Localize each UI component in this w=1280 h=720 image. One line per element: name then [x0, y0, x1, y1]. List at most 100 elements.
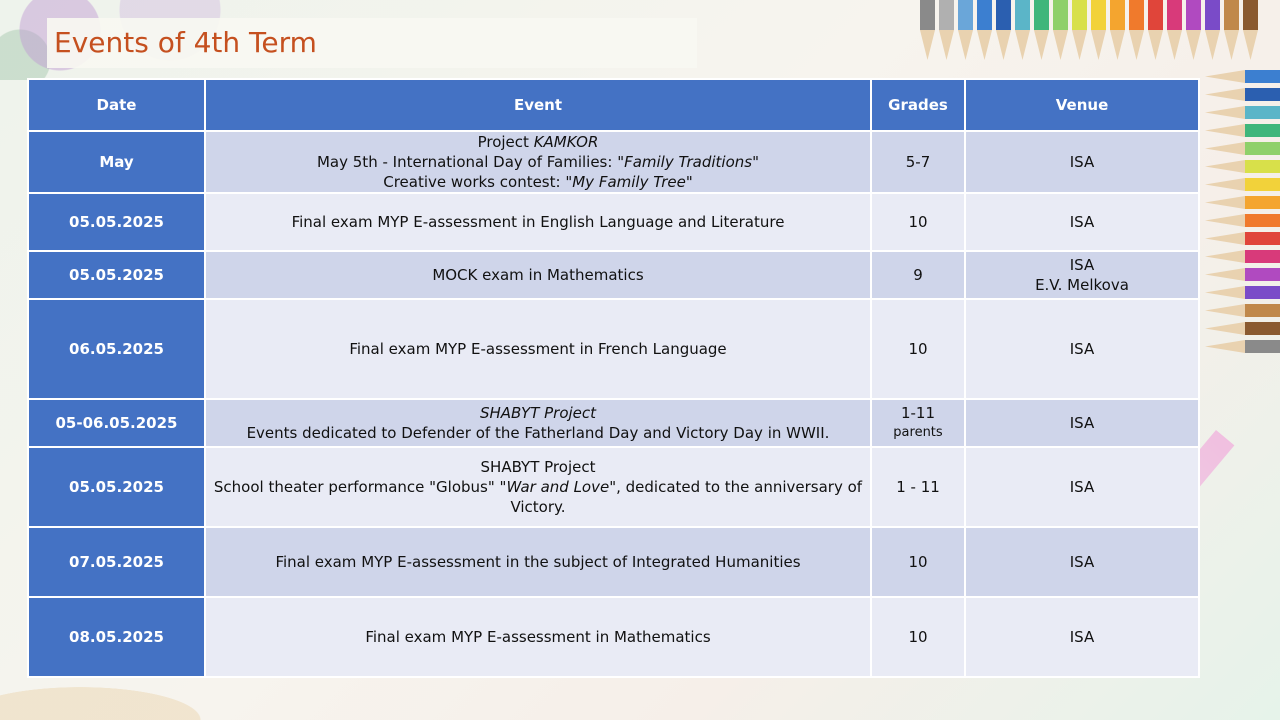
grades-cell: 9	[870, 250, 966, 300]
pencil-tip-icon	[920, 30, 935, 60]
pencil-icon	[1245, 142, 1280, 155]
pencil-tip-icon	[1034, 30, 1049, 60]
event-line: MOCK exam in Mathematics	[208, 265, 868, 285]
pencil-icon	[1034, 0, 1049, 30]
table-row: 05-06.05.2025 SHABYT Project Events dedica…	[27, 398, 1200, 448]
header-grades: Grades	[870, 78, 966, 132]
events-table: Date Event Grades Venue May Project KAMKO…	[27, 78, 1200, 678]
pencil-icon	[1245, 340, 1280, 353]
pencil-tip-icon	[1243, 30, 1258, 60]
venue-value: ISA	[1069, 414, 1095, 432]
venue-cell: ISA	[964, 192, 1200, 252]
event-text: MOCK exam in Mathematics	[432, 266, 644, 284]
event-line: Final exam MYP E-assessment in French La…	[208, 339, 868, 359]
grades-cell: 10	[870, 526, 966, 598]
pencil-tip-icon	[1129, 30, 1144, 60]
pencil-tip-icon	[958, 30, 973, 60]
grades-cell: 1-11 parents	[870, 398, 966, 448]
pencil-tip-icon	[1205, 322, 1245, 335]
pencil-tip-icon	[1148, 30, 1163, 60]
grades-value: 10	[908, 553, 928, 571]
table-header-row: Date Event Grades Venue	[27, 78, 1200, 132]
pencil-tip-icon	[1110, 30, 1125, 60]
pencil-icon	[1245, 268, 1280, 281]
pencil-icon	[1053, 0, 1068, 30]
pencil-icon	[1245, 232, 1280, 245]
pencil-icon	[1205, 0, 1220, 30]
pencil-icon	[1091, 0, 1106, 30]
header-venue: Venue	[964, 78, 1200, 132]
header-event: Event	[204, 78, 872, 132]
pencil-tip-icon	[1205, 214, 1245, 227]
pencil-tip-icon	[1053, 30, 1068, 60]
grades-value: 10	[908, 340, 928, 358]
event-cell: MOCK exam in Mathematics	[204, 250, 872, 300]
pencil-icon	[1129, 0, 1144, 30]
pencil-tip-icon	[1205, 124, 1245, 137]
pencil-tip-icon	[1205, 232, 1245, 245]
pencil-icon	[996, 0, 1011, 30]
pencil-tip-icon	[1205, 250, 1245, 263]
grades-note: parents	[893, 425, 943, 440]
event-line: Events dedicated to Defender of the Fath…	[208, 423, 868, 443]
venue-value: ISA	[1069, 340, 1095, 358]
pencil-icon	[1245, 70, 1280, 83]
table-row: 07.05.2025 Final exam MYP E-assessment in…	[27, 526, 1200, 598]
pencil-tip-icon	[1167, 30, 1182, 60]
pencil-tip-icon	[1205, 268, 1245, 281]
event-emphasis: "Family Traditions"	[617, 153, 759, 171]
pencil-icon	[939, 0, 954, 30]
grades-value: 1 - 11	[896, 478, 940, 496]
event-text: Final exam MYP E-assessment in English L…	[291, 213, 785, 231]
pencil-tip-icon	[1015, 30, 1030, 60]
pencil-tip-icon	[1205, 88, 1245, 101]
pencil-icon	[1245, 250, 1280, 263]
pencil-tip-icon	[1205, 106, 1245, 119]
grades-cell: 10	[870, 192, 966, 252]
event-cell: Final exam MYP E-assessment in Mathemati…	[204, 596, 872, 678]
event-text: May 5th - International Day of Families:	[316, 153, 618, 171]
pencil-icon	[1245, 286, 1280, 299]
table-row: 06.05.2025 Final exam MYP E-assessment in…	[27, 298, 1200, 400]
pencil-icon	[1243, 0, 1258, 30]
venue-note: E.V. Melkova	[1035, 276, 1129, 294]
pencil-tip-icon	[996, 30, 1011, 60]
event-emphasis: SHABYT Project	[479, 404, 597, 422]
event-cell: Project KAMKOR May 5th - International Da…	[204, 130, 872, 194]
pencil-tip-icon	[1205, 286, 1245, 299]
event-text: Final exam MYP E-assessment in French La…	[349, 340, 727, 358]
pencil-icon	[1110, 0, 1125, 30]
pencil-icon	[1245, 304, 1280, 317]
event-text: Project	[477, 133, 534, 151]
pencil-tip-icon	[1205, 178, 1245, 191]
event-cell: Final exam MYP E-assessment in English L…	[204, 192, 872, 252]
pencil-icon	[1245, 196, 1280, 209]
table-row: 05.05.2025 SHABYT Project School theater p…	[27, 446, 1200, 528]
pencil-icon	[920, 0, 935, 30]
date-cell: 05.05.2025	[27, 446, 206, 528]
pencil-icon	[1245, 106, 1280, 119]
date-cell: 08.05.2025	[27, 596, 206, 678]
pencil-tip-icon	[1205, 70, 1245, 83]
venue-cell: ISA	[964, 526, 1200, 598]
pencil-icon	[1148, 0, 1163, 30]
venue-value: ISA	[1069, 553, 1095, 571]
pencil-tip-icon	[1205, 30, 1220, 60]
venue-cell: ISA	[964, 130, 1200, 194]
pencil-icon	[1245, 88, 1280, 101]
event-cell: SHABYT Project School theater performance…	[204, 446, 872, 528]
date-cell: 06.05.2025	[27, 298, 206, 400]
venue-value: ISA	[1069, 213, 1095, 231]
event-text: Final exam MYP E-assessment in Mathemati…	[365, 628, 711, 646]
pencil-tip-icon	[1205, 142, 1245, 155]
event-line: Project KAMKOR	[208, 132, 868, 152]
venue-cell: ISA	[964, 398, 1200, 448]
venue-cell: ISA E.V. Melkova	[964, 250, 1200, 300]
venue-value: ISA	[1069, 628, 1095, 646]
event-line: SHABYT Project	[208, 457, 868, 477]
event-text: Creative works contest:	[383, 173, 566, 191]
grades-value: 9	[913, 266, 923, 284]
event-emphasis: "War and Love"	[499, 478, 617, 496]
pencil-icon	[1167, 0, 1182, 30]
pencil-tip-icon	[1186, 30, 1201, 60]
